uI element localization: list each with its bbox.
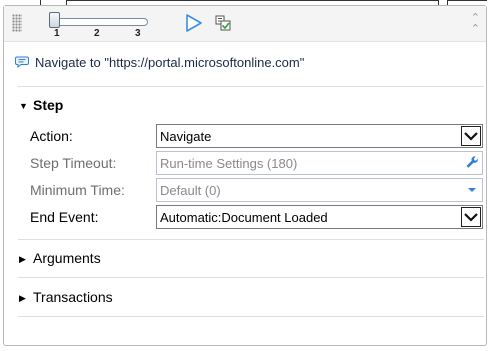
end-event-label: End Event:: [30, 209, 99, 225]
grip-icon[interactable]: [12, 14, 22, 32]
trace-icon[interactable]: [215, 15, 231, 31]
minimum-time-dropdown[interactable]: Default (0): [156, 178, 483, 202]
action-dropdown[interactable]: Navigate: [156, 124, 483, 148]
step-section-header[interactable]: ▼ Step: [19, 97, 63, 113]
step-timeout-value: Run-time Settings (180): [160, 156, 298, 171]
minimum-time-label: Minimum Time:: [30, 182, 125, 198]
action-label: Action:: [30, 128, 73, 144]
step-summary: Navigate to "https://portal.microsoftonl…: [15, 55, 304, 71]
slider-thumb[interactable]: [49, 12, 60, 28]
end-event-dropdown[interactable]: Automatic:Document Loaded: [156, 205, 483, 229]
chevron-down-icon[interactable]: [463, 180, 481, 200]
divider: [18, 316, 484, 317]
slider-tick-2: 2: [94, 28, 100, 39]
arguments-section-header[interactable]: ▶ Arguments: [19, 250, 101, 266]
divider: [18, 239, 484, 240]
wrench-icon[interactable]: [463, 153, 481, 173]
play-icon[interactable]: [185, 14, 203, 32]
divider: [18, 86, 484, 87]
slider-tick-1: 1: [54, 28, 60, 39]
comment-icon: [15, 56, 29, 69]
step-timeout-label: Step Timeout:: [30, 155, 117, 171]
divider: [18, 277, 484, 278]
step-section-title: Step: [33, 97, 64, 113]
minimum-time-value: Default (0): [160, 183, 221, 198]
slider-track[interactable]: [54, 18, 148, 26]
collapsed-triangle-icon: ▶: [19, 293, 26, 303]
collapsed-triangle-icon: ▶: [19, 254, 26, 264]
chevron-down-icon[interactable]: [461, 126, 481, 146]
step-timeout-field[interactable]: Run-time Settings (180): [156, 151, 483, 175]
action-value: Navigate: [160, 129, 212, 144]
step-properties-panel: 1 2 3 ⌃ ⌃ Navigate to "https://portal.mi…: [3, 5, 487, 346]
expanded-triangle-icon: ▼: [19, 101, 28, 111]
panel-toolbar: 1 2 3 ⌃ ⌃: [4, 6, 486, 42]
transactions-label: Transactions: [33, 289, 113, 305]
arguments-label: Arguments: [33, 250, 101, 266]
end-event-value: Automatic:Document Loaded: [160, 210, 328, 225]
slider-tick-3: 3: [135, 28, 141, 39]
summary-text: Navigate to "https://portal.microsoftonl…: [35, 55, 305, 70]
transactions-section-header[interactable]: ▶ Transactions: [19, 289, 113, 305]
collapse-up-icon[interactable]: ⌃ ⌃: [471, 13, 480, 35]
chevron-down-icon[interactable]: [461, 207, 481, 227]
detail-level-slider[interactable]: 1 2 3: [44, 12, 164, 42]
